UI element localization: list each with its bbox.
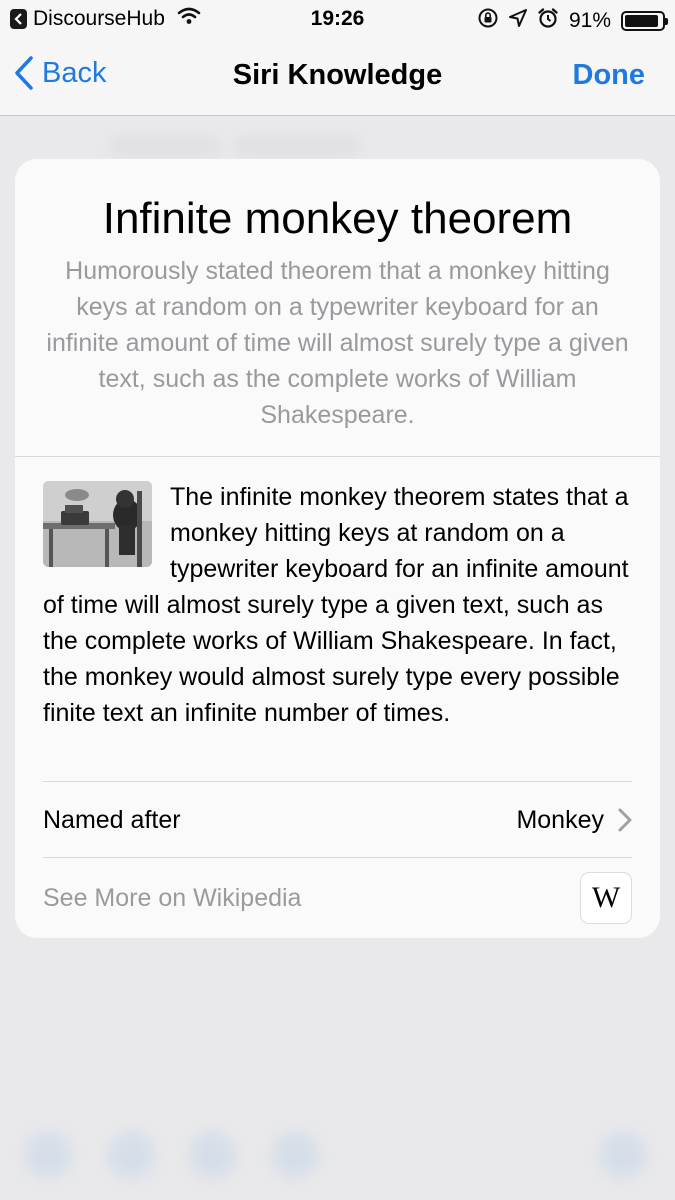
background-blur (272, 1132, 318, 1178)
named-after-label: Named after (43, 805, 181, 834)
card-title: Infinite monkey theorem (102, 194, 573, 243)
background-blur (235, 138, 360, 154)
status-bar: DiscourseHub 19:26 91% (0, 0, 675, 38)
battery-percent: 91% (568, 9, 611, 32)
chimpanzee-typewriter-image[interactable] (43, 481, 152, 567)
location-icon (508, 9, 527, 33)
wikipedia-icon: W (580, 872, 632, 924)
alarm-icon (537, 7, 559, 35)
named-after-value: Monkey (516, 805, 604, 834)
battery-icon (621, 11, 668, 31)
background-blur (25, 1132, 71, 1178)
named-after-row[interactable]: Named after Monkey (43, 781, 632, 858)
background-blur (108, 1132, 154, 1178)
background-blur (190, 1132, 236, 1178)
orientation-lock-icon (477, 7, 499, 35)
wikipedia-link[interactable]: See More on Wikipedia W (43, 857, 632, 938)
knowledge-card: Infinite monkey theorem Humorously state… (15, 159, 660, 938)
card-header: Infinite monkey theorem Humorously state… (15, 159, 660, 457)
chevron-right-icon (618, 808, 632, 832)
nav-bar: Back Siri Knowledge Done (0, 38, 675, 116)
card-body: The infinite monkey theorem states that … (15, 457, 660, 731)
done-button[interactable]: Done (573, 59, 646, 92)
battery-fill (625, 15, 658, 27)
background-blur (600, 1132, 646, 1178)
wikipedia-link-label: See More on Wikipedia (43, 883, 302, 912)
card-subtitle: Humorously stated theorem that a monkey … (46, 257, 629, 429)
background-blur (110, 138, 220, 154)
